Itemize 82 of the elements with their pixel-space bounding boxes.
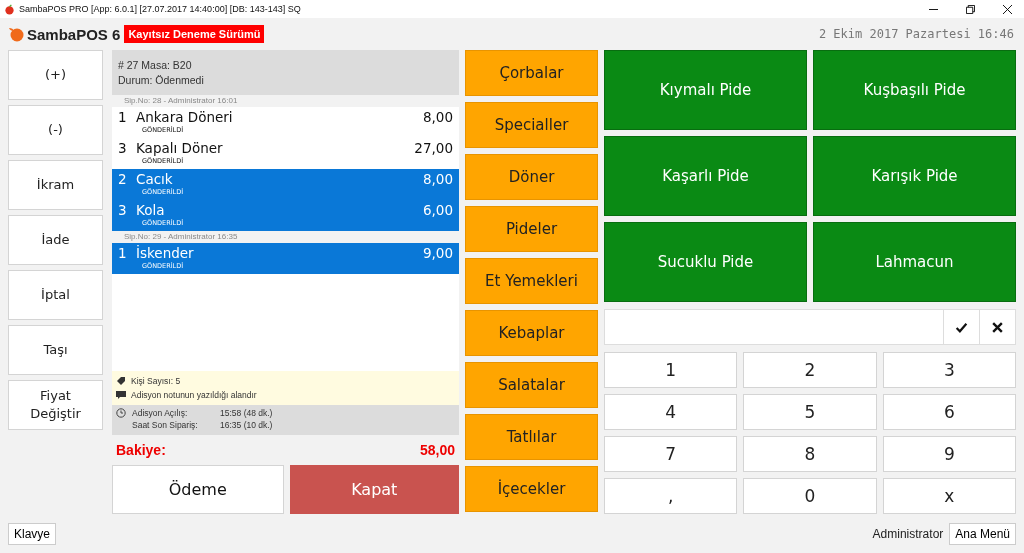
ticket-status: Durum: Ödenmedi: [118, 74, 205, 86]
main-menu-button[interactable]: Ana Menü: [949, 522, 1016, 545]
keypad-key[interactable]: x: [882, 478, 1016, 514]
item-name: Ankara Döneri: [136, 109, 234, 126]
product-button[interactable]: Kuşbaşılı Pide: [813, 50, 1016, 130]
time-label: Saat Son Sipariş:: [132, 420, 199, 430]
action-button[interactable]: İade: [8, 215, 103, 265]
action-button[interactable]: İkram: [8, 160, 103, 210]
window-title: SambaPOS PRO [App: 6.0.1] [27.07.2017 14:40:00] [DB: 143-143] SQ: [19, 4, 301, 14]
clear-button[interactable]: [980, 309, 1016, 345]
date-time: 2 Ekim 2017 Pazartesi 16:46: [818, 27, 1014, 41]
product-button[interactable]: Kıymalı Pide: [604, 50, 807, 130]
keypad-key[interactable]: 8: [743, 436, 877, 472]
trial-badge: Kayıtsız Deneme Sürümü: [124, 25, 265, 43]
restore-icon[interactable]: [966, 4, 975, 14]
number-input-field[interactable]: [604, 309, 944, 345]
item-price: 27,00: [414, 140, 453, 157]
balance-label: Bakiye:: [116, 442, 166, 458]
action-button[interactable]: (-): [8, 105, 103, 155]
item-quantity: 1: [118, 245, 128, 262]
action-button[interactable]: Taşı: [8, 325, 103, 375]
action-button[interactable]: (+): [8, 50, 103, 100]
check-icon: [955, 320, 968, 334]
keypad-key[interactable]: 2: [743, 352, 877, 388]
item-name: Kola: [136, 202, 166, 219]
user-name: Administrator: [872, 526, 944, 541]
app-icon: [4, 3, 15, 15]
category-button[interactable]: Döner: [465, 154, 598, 200]
ticket-note: Adisyon notunun yazıldığı alandır: [131, 390, 257, 400]
order-group-header: Sip.No: 29 - Administrator 16:35: [112, 231, 459, 243]
category-button[interactable]: Çorbalar: [465, 50, 598, 96]
product-button[interactable]: Lahmacun: [813, 222, 1016, 302]
clock-icon: [116, 408, 126, 418]
item-price: 9,00: [422, 245, 453, 262]
order-group-header: Sip.No: 28 - Administrator 16:01: [112, 95, 459, 107]
keyboard-button[interactable]: Klavye: [8, 522, 57, 545]
confirm-button[interactable]: [944, 309, 980, 345]
category-button[interactable]: Kebaplar: [465, 310, 598, 356]
payment-button[interactable]: Ödeme: [112, 465, 284, 514]
keypad-key[interactable]: 4: [604, 394, 738, 430]
close-icon[interactable]: [1003, 4, 1012, 14]
product-button[interactable]: Kaşarlı Pide: [604, 136, 807, 216]
product-button[interactable]: Sucuklu Pide: [604, 222, 807, 302]
tag-icon: [116, 376, 126, 386]
comment-icon: [116, 390, 126, 400]
category-button[interactable]: Et Yemekleri: [465, 258, 598, 304]
item-quantity: 2: [118, 171, 128, 188]
close-ticket-button[interactable]: Kapat: [289, 465, 459, 514]
item-name: İskender: [136, 245, 195, 262]
keypad-key[interactable]: 9: [882, 436, 1016, 472]
product-button[interactable]: Karışık Pide: [813, 136, 1016, 216]
keypad-key[interactable]: 7: [604, 436, 738, 472]
item-name: Cacık: [136, 171, 174, 188]
logo-text: SambaPOS 6: [27, 25, 121, 43]
item-name: Kapalı Döner: [136, 140, 224, 157]
keypad-key[interactable]: 5: [743, 394, 877, 430]
time-value: 16:35 (10 dk.): [220, 420, 273, 430]
item-price: 8,00: [422, 109, 453, 126]
category-button[interactable]: İçecekler: [465, 466, 598, 512]
category-button[interactable]: Tatlılar: [465, 414, 598, 460]
item-quantity: 3: [118, 202, 128, 219]
item-quantity: 3: [118, 140, 128, 157]
close-icon: [991, 320, 1004, 334]
item-quantity: 1: [118, 109, 128, 126]
keypad-key[interactable]: 1: [604, 352, 738, 388]
logo-icon: [8, 26, 24, 42]
item-price: 6,00: [422, 202, 453, 219]
category-button[interactable]: Specialler: [465, 102, 598, 148]
time-label: Adisyon Açılış:: [132, 408, 189, 418]
time-value: 15:58 (48 dk.): [220, 408, 273, 418]
action-button[interactable]: Fiyat Değiştir: [8, 380, 103, 430]
item-price: 8,00: [422, 171, 453, 188]
keypad-key[interactable]: ,: [604, 478, 738, 514]
keypad-key[interactable]: 3: [882, 352, 1016, 388]
category-button[interactable]: Salatalar: [465, 362, 598, 408]
category-button[interactable]: Pideler: [465, 206, 598, 252]
ticket-number: # 27 Masa: B20: [118, 59, 193, 71]
keypad-key[interactable]: 6: [882, 394, 1016, 430]
keypad-key[interactable]: 0: [743, 478, 877, 514]
balance-amount: 58,00: [419, 442, 455, 458]
guest-count: Kişi Sayısı: 5: [131, 376, 181, 386]
action-button[interactable]: İptal: [8, 270, 103, 320]
